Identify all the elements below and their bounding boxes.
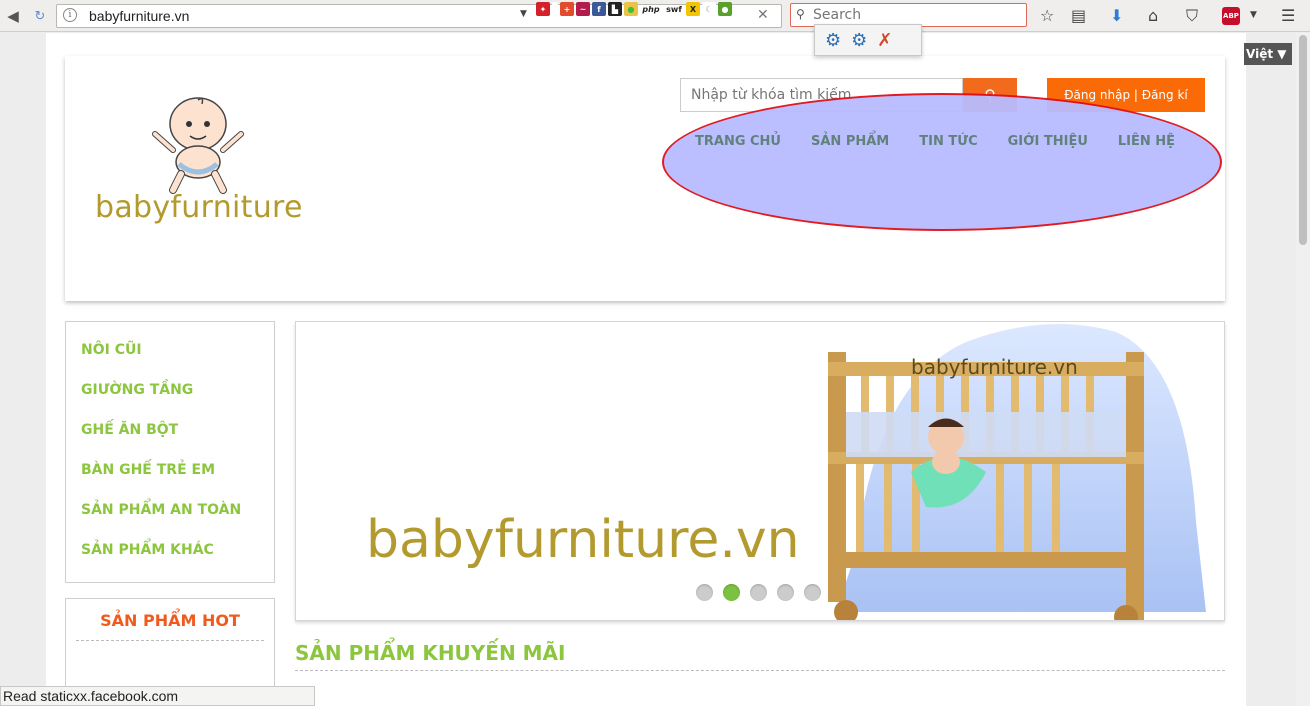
spacer [552,2,558,16]
crib-image: babyfurniture.vn [828,324,1206,620]
add-icon[interactable]: + [560,2,574,16]
slide-caption: babyfurniture.vn [366,510,800,570]
nav-lien-he[interactable]: LIÊN HỆ [1118,134,1175,149]
gear-icon[interactable]: ⚙ [825,30,841,51]
page-scrollbar[interactable] [1296,33,1310,706]
pocket-icon[interactable]: ⛉ [1186,6,1198,26]
category-item[interactable]: BÀN GHẾ TRẺ EM [81,462,259,502]
hot-products-title: SẢN PHẨM HOT [100,611,240,630]
secure-lock-icon[interactable]: ● [718,2,732,16]
nav-tin-tuc[interactable]: TIN TỨC [919,134,977,149]
php-icon[interactable]: php [640,2,662,16]
x-icon[interactable]: X [686,2,700,16]
swf-icon[interactable]: swf [664,2,684,16]
browser-toolbar: ◀ ↻ i babyfurniture.vn ▼ ✕ ✦ + ~ f ▙ ● p… [0,0,1310,32]
home-icon[interactable]: ⌂ [1148,6,1158,25]
adblock-icon[interactable]: ABP [1222,7,1240,25]
crib-sign: babyfurniture.vn [911,355,1078,379]
category-menu: NÔI CŨI GIƯỜNG TẦNG GHẾ ĂN BỘT BÀN GHẾ T… [65,321,275,583]
hot-products-box: SẢN PHẨM HOT [65,598,275,698]
download-icon[interactable]: ⬇ [1110,6,1123,25]
category-item[interactable]: GIƯỜNG TẦNG [81,382,259,422]
status-bar: Read staticxx.facebook.com [0,686,315,706]
tools-icon[interactable]: ✗ [877,30,892,51]
extension-red-icon[interactable]: ✦ [536,2,550,16]
nav-san-pham[interactable]: SẢN PHẨM [811,134,889,149]
extension-icons: ✦ + ~ f ▙ ● php swf X ☾ ● [536,2,732,16]
close-icon[interactable]: ✕ [757,7,769,23]
scrollbar-thumb[interactable] [1299,35,1307,245]
facebook-icon[interactable]: f [592,2,606,16]
language-selector[interactable]: Việt ▼ [1244,43,1292,65]
category-item[interactable]: GHẾ ĂN BỘT [81,422,259,462]
site-info-icon[interactable]: i [63,8,77,22]
banner-slider[interactable]: babyfurniture.vn babyfurniture.vn [295,321,1225,621]
divider [76,640,264,641]
site-header: babyfurniture ⚲ Đăng nhập | Đăng kí TRAN… [65,56,1225,301]
back-icon[interactable]: ◀ [2,4,24,28]
slider-dot-5[interactable] [804,584,821,601]
category-item[interactable]: SẢN PHẨM AN TOÀN [81,502,259,542]
category-item[interactable]: SẢN PHẨM KHÁC [81,542,259,582]
search-icon: ⚲ [796,7,805,21]
main-navigation: TRANG CHỦ SẢN PHẨM TIN TỨC GIỚI THIỆU LI… [695,134,1175,149]
browser-search-input[interactable] [813,6,1013,24]
slider-dot-3[interactable] [750,584,767,601]
extension-popup: ⚙ ⚙ ✗ [814,24,922,56]
menu-icon[interactable]: ☰ [1281,6,1295,25]
highlight-annotation [662,93,1222,231]
lock-icon[interactable]: ● [624,2,638,16]
baby-logo-icon[interactable] [143,94,253,194]
url-dropdown-icon[interactable]: ▼ [520,9,527,19]
slider-dots [696,584,821,601]
gear-icon[interactable]: ⚙ [851,30,867,51]
reload-icon[interactable]: ↻ [30,4,50,28]
url-text: babyfurniture.vn [89,8,190,24]
logo-text[interactable]: babyfurniture [95,190,303,225]
bookmark-star-icon[interactable]: ☆ [1040,6,1054,25]
promo-title: SẢN PHẨM KHUYẾN MÃI [295,641,566,665]
slider-dot-4[interactable] [777,584,794,601]
slider-dot-2[interactable] [723,584,740,601]
slider-dot-1[interactable] [696,584,713,601]
feather-icon[interactable]: ~ [576,2,590,16]
adblock-dropdown-icon[interactable]: ▼ [1250,10,1257,20]
nav-trang-chu[interactable]: TRANG CHỦ [695,134,781,149]
reading-list-icon[interactable]: ▤ [1071,6,1086,25]
nav-gioi-thieu[interactable]: GIỚI THIỆU [1008,134,1088,149]
category-item[interactable]: NÔI CŨI [81,342,259,382]
crescent-icon[interactable]: ☾ [702,2,716,16]
flag-icon[interactable]: ▙ [608,2,622,16]
promo-section-header: SẢN PHẨM KHUYẾN MÃI [295,641,1225,671]
